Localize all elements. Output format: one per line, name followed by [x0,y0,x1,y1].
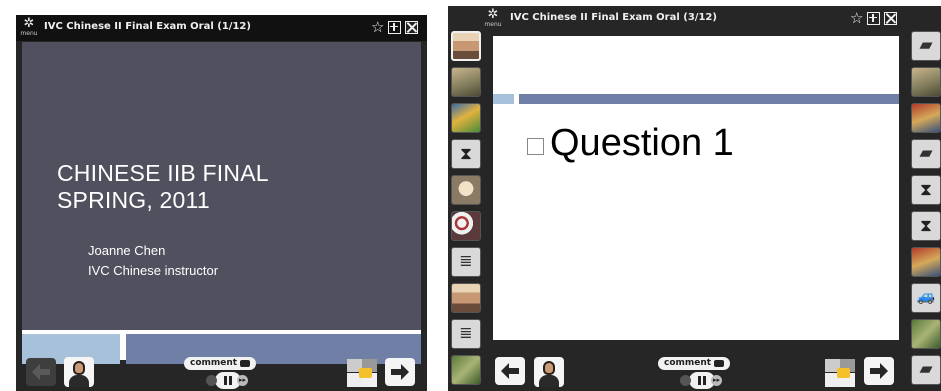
pause-icon [224,376,232,385]
rewind-icon [206,375,217,386]
expand-icon[interactable] [867,11,881,25]
avatar[interactable] [534,357,564,387]
slide-view: Question 1 [493,36,899,340]
slide-heading: Question 1 [527,121,734,165]
control-bar: comment ▸▸ [16,353,427,391]
playback-button[interactable]: ▸▸ [206,372,248,389]
thumbnail-strip-left [451,31,481,391]
thumbnail-left-5[interactable] [451,175,481,205]
avatar[interactable] [64,357,94,387]
close-icon[interactable] [884,11,898,25]
comment-button[interactable]: comment [184,357,257,370]
slide-view: CHINESE IIB FINAL SPRING, 2011 Joanne Ch… [22,42,421,364]
prev-slide-button[interactable] [495,357,525,385]
documents-icon [837,368,850,378]
player-window-left: ✲ menu IVC Chinese II Final Exam Oral (1… [16,15,427,391]
fast-forward-icon[interactable]: ▸▸ [237,375,248,386]
expand-icon[interactable] [388,20,402,34]
title-bar: ✲ menu IVC Chinese II Final Exam Oral (1… [16,15,427,41]
comment-bubble-icon [240,360,251,367]
title-bar-controls: ☆ [371,18,419,36]
thumbnail-left-2[interactable] [451,67,481,97]
menu-button[interactable]: ✲ menu [19,17,39,39]
thumbnail-left-4[interactable] [451,139,481,169]
thumbnail-right-1[interactable] [911,31,941,61]
thumbnail-right-5[interactable] [911,175,941,205]
comment-bubble-icon [714,360,725,367]
thumbnail-left-1[interactable] [451,31,481,61]
documents-icon [359,368,372,378]
menu-label: menu [484,21,502,28]
arrow-right-icon [391,364,409,380]
star-icon[interactable]: ☆ [850,9,863,27]
gear-icon: ✲ [23,16,35,31]
menu-button[interactable]: ✲ menu [483,8,503,30]
thumbnail-left-8[interactable] [451,283,481,313]
documents-button[interactable] [347,359,377,387]
title-bar-controls: ☆ [850,9,898,27]
thumbnail-left-3[interactable] [451,103,481,133]
player-window-right: ✲ menu IVC Chinese II Final Exam Oral (3… [448,6,941,391]
rewind-icon [680,375,691,386]
title-bar: ✲ menu IVC Chinese II Final Exam Oral (3… [448,6,941,32]
window-title: IVC Chinese II Final Exam Oral (3/12) [510,12,717,23]
thumbnail-left-6[interactable] [451,211,481,241]
thumbnail-right-7[interactable] [911,247,941,277]
star-icon[interactable]: ☆ [371,18,384,36]
slide-rule-dark [519,94,899,104]
thumbnail-right-4[interactable] [911,139,941,169]
menu-label: menu [20,30,38,37]
slide-title-line-2: SPRING, 2011 [57,187,210,213]
thumbnail-right-2[interactable] [911,67,941,97]
thumbnail-right-3[interactable] [911,103,941,133]
thumbnail-right-9[interactable] [911,319,941,349]
next-slide-button[interactable] [864,357,894,385]
thumbnail-right-6[interactable] [911,211,941,241]
next-slide-button[interactable] [385,358,415,386]
slide-subtitle: Joanne Chen IVC Chinese instructor [88,241,218,281]
square-bullet-icon [527,137,544,155]
slide-role: IVC Chinese instructor [88,263,219,278]
arrow-right-icon [870,363,888,379]
pause-icon [698,376,706,385]
slide-author: Joanne Chen [88,243,166,258]
arrow-left-icon [501,363,519,379]
window-title: IVC Chinese II Final Exam Oral (1/12) [44,21,251,32]
thumbnail-strip-right [911,31,941,391]
slide-title: CHINESE IIB FINAL SPRING, 2011 [57,160,269,214]
slide-title-line-1: CHINESE IIB FINAL [57,160,269,186]
slide-heading-text: Question 1 [550,122,734,164]
playback-button[interactable]: ▸▸ [680,372,722,389]
fast-forward-icon[interactable]: ▸▸ [711,375,722,386]
close-icon[interactable] [405,20,419,34]
thumbnail-right-8[interactable] [911,283,941,313]
comment-label: comment [190,358,238,368]
thumbnail-left-9[interactable] [451,319,481,349]
thumbnail-left-7[interactable] [451,247,481,277]
comment-label: comment [664,358,712,368]
control-bar: comment ▸▸ [448,353,941,391]
prev-slide-button[interactable] [26,358,56,386]
documents-button[interactable] [825,359,855,387]
comment-button[interactable]: comment [658,357,731,370]
arrow-left-icon [32,364,50,380]
gear-icon: ✲ [487,7,499,22]
slide-rule-light [493,94,514,104]
